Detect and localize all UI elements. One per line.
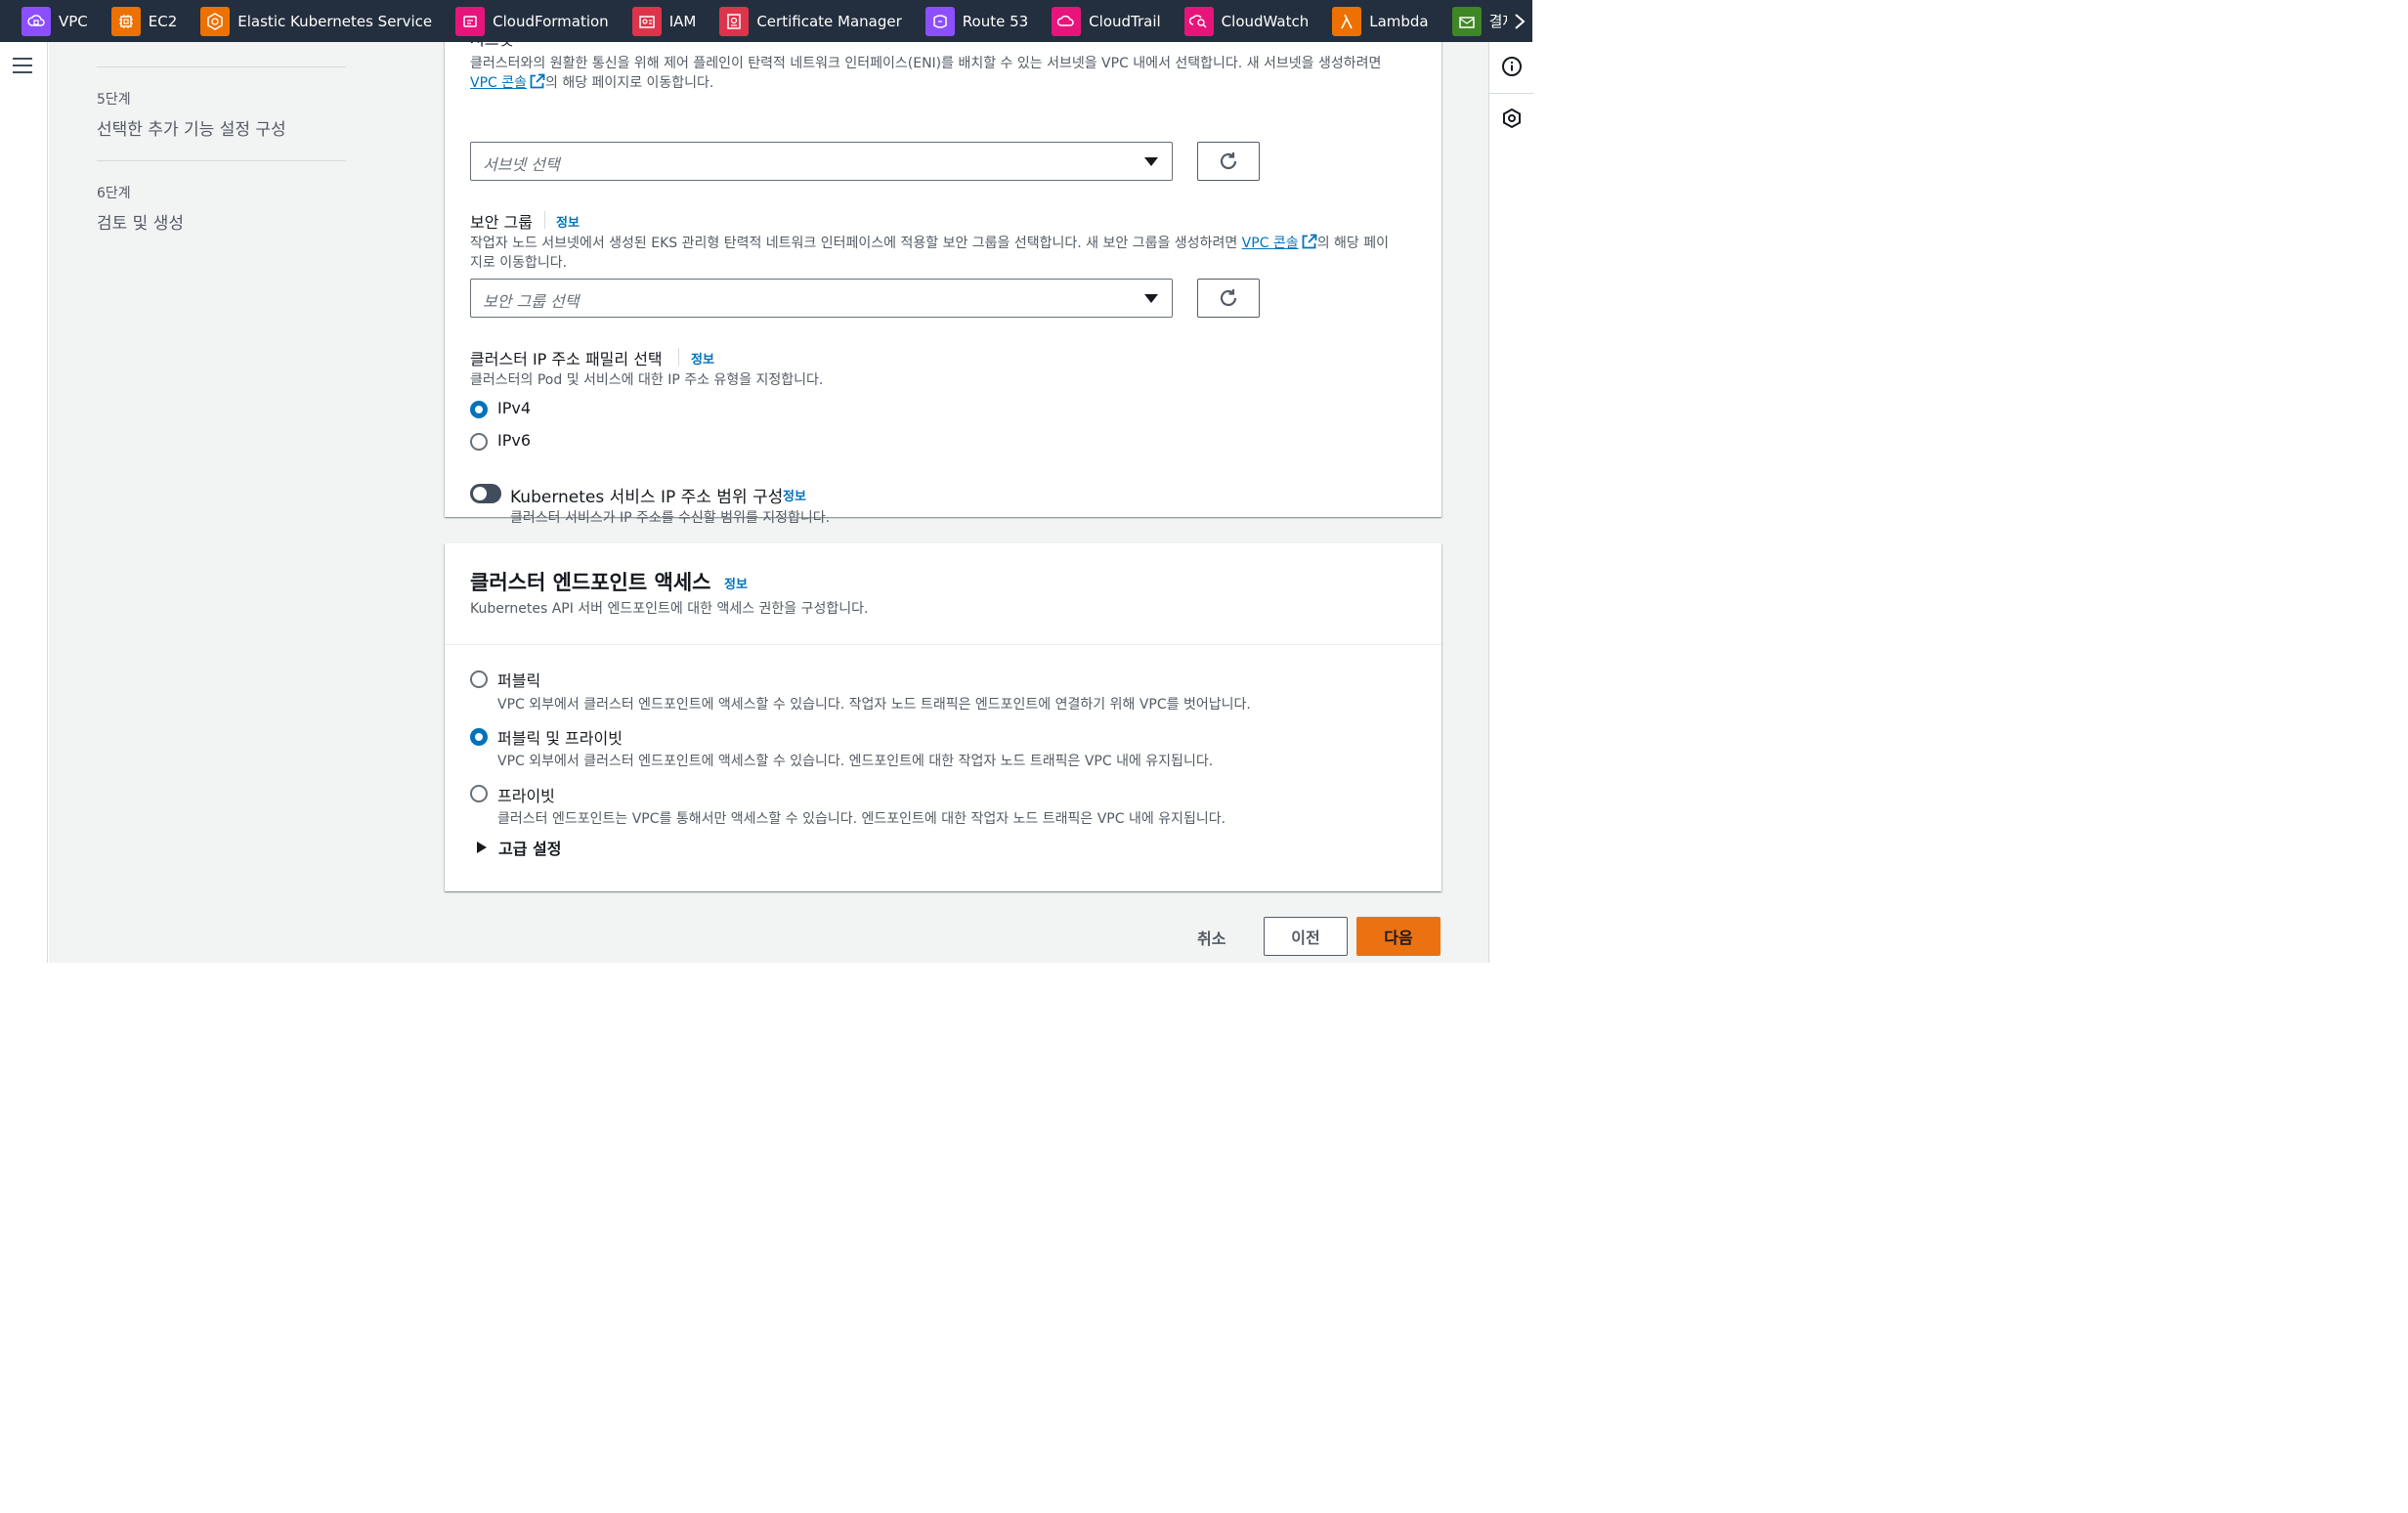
caret-down-icon bbox=[1144, 157, 1158, 166]
billing-icon bbox=[1451, 6, 1482, 36]
external-link-icon bbox=[1302, 234, 1317, 249]
certificate-icon bbox=[719, 6, 750, 36]
shortcut-cloudtrail[interactable]: CloudTrail bbox=[1052, 0, 1161, 42]
step-5-link[interactable]: 선택한 추가 기능 설정 구성 bbox=[97, 115, 286, 140]
step-6-number: 6단계 bbox=[97, 186, 131, 201]
public-private-label: 퍼블릭 및 프라이빗 bbox=[497, 729, 623, 748]
private-label: 프라이빗 bbox=[497, 787, 555, 805]
left-navigation-rail bbox=[0, 42, 48, 963]
toggle-knob bbox=[473, 487, 487, 500]
steps-divider bbox=[97, 160, 346, 161]
cloudformation-icon bbox=[455, 6, 486, 36]
steps-divider bbox=[97, 66, 346, 67]
caret-down-icon bbox=[1144, 294, 1158, 303]
k8s-service-ip-range-toggle[interactable] bbox=[470, 484, 501, 503]
subnet-label: 서브넷 bbox=[470, 42, 513, 50]
public-private-description: VPC 외부에서 클러스터 엔드포인트에 액세스할 수 있습니다. 엔드포인트에… bbox=[497, 754, 1214, 769]
hexagon-help-icon[interactable] bbox=[1501, 108, 1523, 129]
ec2-icon bbox=[110, 6, 141, 36]
ipv4-label: IPv4 bbox=[497, 399, 532, 417]
subnet-select[interactable]: 서브넷 선택 bbox=[470, 142, 1173, 181]
shortcut-eks[interactable]: Elastic Kubernetes Service bbox=[200, 0, 432, 42]
private-radio[interactable] bbox=[470, 785, 488, 802]
next-button[interactable]: 다음 bbox=[1356, 917, 1440, 956]
ip-family-description: 클러스터의 Pod 및 서비스에 대한 IP 주소 유형을 지정합니다. bbox=[470, 372, 824, 388]
shortcut-certificate-manager[interactable]: Certificate Manager bbox=[719, 0, 902, 42]
endpoint-panel-header: 클러스터 엔드포인트 액세스 정보 Kubernetes API 서버 엔드포인… bbox=[445, 543, 1441, 645]
info-separator bbox=[544, 211, 545, 229]
public-label: 퍼블릭 bbox=[497, 671, 541, 690]
rail-divider bbox=[1489, 93, 1533, 94]
vpc-console-link[interactable]: VPC 콘솔 bbox=[470, 75, 527, 91]
endpoint-access-panel: 클러스터 엔드포인트 액세스 정보 Kubernetes API 서버 엔드포인… bbox=[445, 543, 1441, 891]
subnet-refresh-button[interactable] bbox=[1197, 142, 1260, 181]
shortcut-vpc[interactable]: VPC bbox=[22, 0, 88, 42]
refresh-icon bbox=[1220, 152, 1237, 170]
scroll-right-chevron-icon[interactable] bbox=[1507, 0, 1532, 42]
info-icon[interactable] bbox=[1501, 56, 1523, 77]
security-group-info-link[interactable]: 정보 bbox=[556, 212, 580, 231]
shortcut-cloudformation[interactable]: CloudFormation bbox=[455, 0, 609, 42]
public-radio[interactable] bbox=[470, 670, 488, 688]
public-private-radio[interactable] bbox=[470, 728, 488, 746]
menu-icon[interactable] bbox=[13, 58, 32, 75]
shortcut-ec2[interactable]: EC2 bbox=[110, 0, 177, 42]
ipv6-radio[interactable] bbox=[470, 433, 488, 451]
info-separator bbox=[678, 348, 679, 366]
right-tools-rail bbox=[1488, 42, 1533, 963]
caret-right-icon[interactable] bbox=[476, 840, 488, 858]
subnet-description: 클러스터와의 원활한 통신을 위해 제어 플레인이 탄력적 네트워크 인터페이스… bbox=[470, 56, 1382, 91]
security-group-refresh-button[interactable] bbox=[1197, 279, 1260, 318]
security-group-label: 보안 그룹 bbox=[470, 213, 533, 232]
main-content: 5단계 선택한 추가 기능 설정 구성 6단계 검토 및 생성 서브넷 클러스터… bbox=[49, 42, 1488, 963]
k8s-service-ip-range-description: 클러스터 서비스가 IP 주소를 수신할 범위를 지정합니다. bbox=[510, 510, 831, 526]
private-description: 클러스터 엔드포인트는 VPC를 통해서만 액세스할 수 있습니다. 엔드포인트… bbox=[497, 811, 1226, 827]
endpoint-section-title: 클러스터 엔드포인트 액세스 bbox=[470, 571, 711, 594]
cloudtrail-icon bbox=[1052, 6, 1082, 36]
cloudwatch-icon bbox=[1183, 6, 1214, 36]
step-6-link[interactable]: 검토 및 생성 bbox=[97, 209, 184, 234]
advanced-settings-expander[interactable]: 고급 설정 bbox=[498, 836, 561, 859]
security-group-description: 작업자 노드 서브넷에서 생성된 EKS 관리형 탄력적 네트워크 인터페이스에… bbox=[470, 234, 1389, 271]
route53-icon bbox=[924, 6, 955, 36]
shortcut-cloudwatch[interactable]: CloudWatch bbox=[1183, 0, 1309, 42]
vpc-icon bbox=[22, 6, 51, 36]
endpoint-info-link[interactable]: 정보 bbox=[724, 574, 748, 592]
shortcut-lambda[interactable]: Lambda bbox=[1332, 0, 1429, 42]
ip-family-label: 클러스터 IP 주소 패밀리 선택 bbox=[470, 350, 663, 368]
iam-icon bbox=[631, 6, 662, 36]
external-link-icon bbox=[530, 73, 545, 89]
ipv6-label: IPv6 bbox=[497, 431, 532, 450]
public-description: VPC 외부에서 클러스터 엔드포인트에 액세스할 수 있습니다. 작업자 노드… bbox=[497, 697, 1251, 713]
endpoint-description: Kubernetes API 서버 엔드포인트에 대한 액세스 권한을 구성합니… bbox=[470, 601, 869, 617]
cancel-button[interactable]: 취소 bbox=[1197, 926, 1226, 949]
service-shortcut-bar: VPC EC2 Elastic Kubernetes Service Cloud… bbox=[0, 0, 1532, 42]
eks-icon bbox=[200, 6, 231, 36]
previous-button[interactable]: 이전 bbox=[1264, 917, 1348, 956]
security-group-select[interactable]: 보안 그룹 선택 bbox=[470, 279, 1173, 318]
ip-family-info-link[interactable]: 정보 bbox=[691, 349, 714, 367]
k8s-range-info-link[interactable]: 정보 bbox=[783, 486, 806, 504]
shortcut-iam[interactable]: IAM bbox=[631, 0, 696, 42]
k8s-service-ip-range-label: Kubernetes 서비스 IP 주소 범위 구성 bbox=[510, 488, 784, 507]
networking-panel: 서브넷 클러스터와의 원활한 통신을 위해 제어 플레인이 탄력적 네트워크 인… bbox=[445, 42, 1441, 526]
shortcut-route53[interactable]: Route 53 bbox=[924, 0, 1028, 42]
lambda-icon bbox=[1332, 6, 1362, 36]
ipv4-radio[interactable] bbox=[470, 401, 488, 418]
refresh-icon bbox=[1220, 289, 1237, 307]
step-5-number: 5단계 bbox=[97, 92, 131, 108]
vpc-console-link[interactable]: VPC 콘솔 bbox=[1242, 236, 1299, 251]
